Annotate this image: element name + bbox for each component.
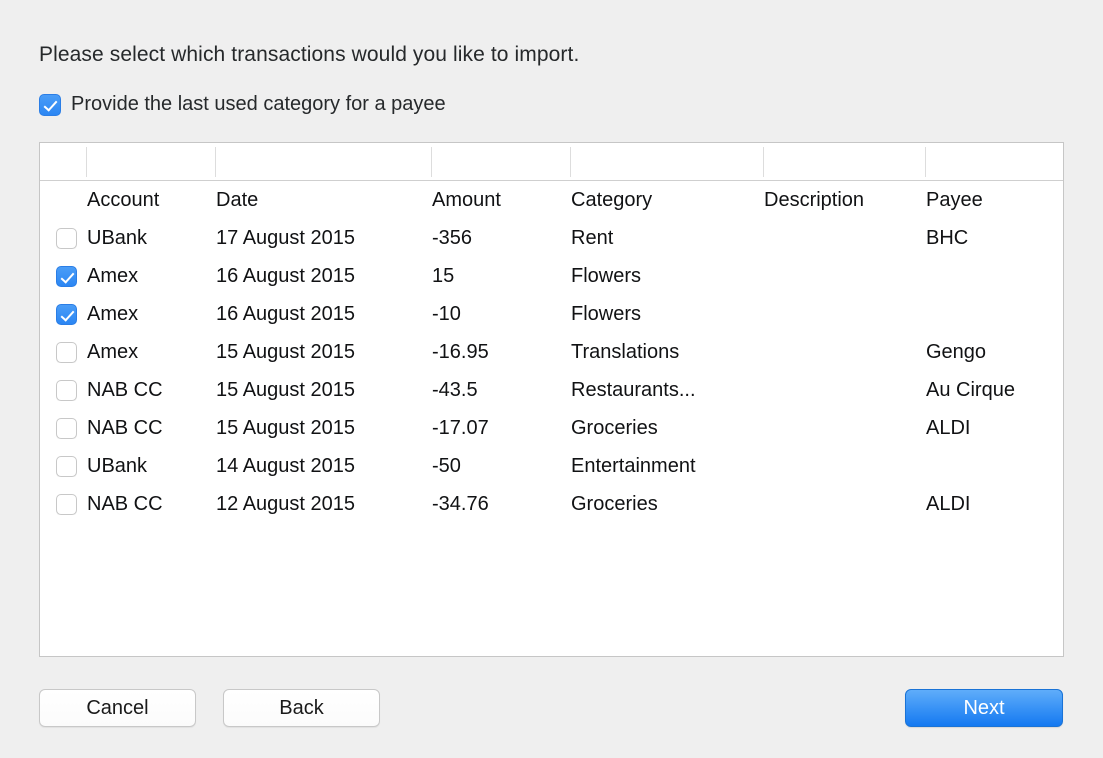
table-body: UBank 17 August 2015 -356 Rent BHC Amex 16 Aug… bbox=[40, 219, 1063, 523]
cell-amount: -34.76 bbox=[432, 492, 489, 515]
cell-amount: -17.07 bbox=[432, 416, 489, 439]
table-row[interactable]: NAB CC 12 August 2015 -34.76 Groceries ALDI bbox=[40, 485, 1063, 523]
column-header-category[interactable]: Category bbox=[571, 189, 764, 212]
cell-account: UBank bbox=[87, 226, 148, 249]
cell-category: Groceries bbox=[571, 416, 658, 439]
column-resize-handle-6[interactable] bbox=[925, 147, 926, 177]
row-select-checkbox[interactable] bbox=[56, 341, 77, 363]
table-header-row: Account Date Amount Category Description… bbox=[40, 181, 1063, 219]
cancel-button[interactable]: Cancel bbox=[39, 689, 196, 727]
row-select-checkbox[interactable] bbox=[56, 493, 77, 515]
cell-date: 12 August 2015 bbox=[216, 492, 356, 515]
cell-account: NAB CC bbox=[87, 492, 163, 515]
column-header-payee[interactable]: Payee bbox=[926, 189, 1063, 212]
cell-amount: -356 bbox=[432, 226, 473, 249]
row-select-cell[interactable] bbox=[40, 379, 87, 401]
cell-date: 15 August 2015 bbox=[216, 378, 356, 401]
cell-account: Amex bbox=[87, 264, 139, 287]
cell-category: Entertainment bbox=[571, 454, 696, 477]
table-row[interactable]: NAB CC 15 August 2015 -43.5 Restaurants... A… bbox=[40, 371, 1063, 409]
cell-category: Translations bbox=[571, 340, 680, 363]
column-header-date[interactable]: Date bbox=[216, 189, 432, 212]
cell-account: Amex bbox=[87, 340, 139, 363]
row-select-cell[interactable] bbox=[40, 227, 87, 249]
column-resize-handle-2[interactable] bbox=[215, 147, 216, 177]
row-select-checkbox[interactable] bbox=[56, 227, 77, 249]
provide-last-category-checkbox[interactable] bbox=[39, 93, 61, 116]
table-row[interactable]: NAB CC 15 August 2015 -17.07 Groceries ALDI bbox=[40, 409, 1063, 447]
next-button[interactable]: Next bbox=[905, 689, 1063, 727]
row-select-cell[interactable] bbox=[40, 455, 87, 477]
provide-last-category-label: Provide the last used category for a pay… bbox=[71, 93, 446, 115]
table-row[interactable]: Amex 16 August 2015 15 Flowers bbox=[40, 257, 1063, 295]
cell-date: 16 August 2015 bbox=[216, 264, 356, 287]
provide-last-category-option[interactable]: Provide the last used category for a pay… bbox=[39, 93, 446, 116]
column-header-amount[interactable]: Amount bbox=[432, 189, 571, 212]
column-resize-handle-3[interactable] bbox=[431, 147, 432, 177]
table-row[interactable]: UBank 14 August 2015 -50 Entertainment bbox=[40, 447, 1063, 485]
cell-category: Flowers bbox=[571, 264, 642, 287]
row-select-cell[interactable] bbox=[40, 341, 87, 363]
row-select-checkbox[interactable] bbox=[56, 303, 77, 325]
cell-account: NAB CC bbox=[87, 416, 163, 439]
cell-category: Restaurants... bbox=[571, 378, 696, 401]
cell-date: 14 August 2015 bbox=[216, 454, 356, 477]
cell-category: Rent bbox=[571, 226, 614, 249]
row-select-checkbox[interactable] bbox=[56, 455, 77, 477]
row-select-cell[interactable] bbox=[40, 493, 87, 515]
cell-date: 17 August 2015 bbox=[216, 226, 356, 249]
table-row[interactable]: Amex 16 August 2015 -10 Flowers bbox=[40, 295, 1063, 333]
cell-date: 16 August 2015 bbox=[216, 302, 356, 325]
row-select-checkbox[interactable] bbox=[56, 379, 77, 401]
column-resize-handle-1[interactable] bbox=[86, 147, 87, 177]
page-title: Please select which transactions would y… bbox=[39, 43, 580, 66]
row-select-cell[interactable] bbox=[40, 417, 87, 439]
cell-amount: 15 bbox=[432, 264, 455, 287]
back-button[interactable]: Back bbox=[223, 689, 380, 727]
cell-payee: Gengo bbox=[926, 340, 987, 363]
cell-account: Amex bbox=[87, 302, 139, 325]
column-header-description[interactable]: Description bbox=[764, 189, 926, 212]
cell-payee: ALDI bbox=[926, 492, 971, 515]
cell-amount: -43.5 bbox=[432, 378, 478, 401]
cell-account: UBank bbox=[87, 454, 148, 477]
column-resize-handle-4[interactable] bbox=[570, 147, 571, 177]
column-resize-handle-5[interactable] bbox=[763, 147, 764, 177]
cell-amount: -10 bbox=[432, 302, 461, 325]
cell-payee: BHC bbox=[926, 226, 969, 249]
cell-amount: -16.95 bbox=[432, 340, 489, 363]
cell-date: 15 August 2015 bbox=[216, 340, 356, 363]
cell-category: Groceries bbox=[571, 492, 658, 515]
cell-category: Flowers bbox=[571, 302, 642, 325]
table-column-header-strip bbox=[40, 143, 1063, 181]
table-row[interactable]: UBank 17 August 2015 -356 Rent BHC bbox=[40, 219, 1063, 257]
cell-date: 15 August 2015 bbox=[216, 416, 356, 439]
row-select-cell[interactable] bbox=[40, 265, 87, 287]
row-select-checkbox[interactable] bbox=[56, 265, 77, 287]
table-row[interactable]: Amex 15 August 2015 -16.95 Translations Geng… bbox=[40, 333, 1063, 371]
column-header-account[interactable]: Account bbox=[87, 189, 216, 212]
cell-amount: -50 bbox=[432, 454, 461, 477]
cell-account: NAB CC bbox=[87, 378, 163, 401]
cell-payee: ALDI bbox=[926, 416, 971, 439]
cell-payee: Au Cirque bbox=[926, 378, 1015, 401]
row-select-cell[interactable] bbox=[40, 303, 87, 325]
row-select-checkbox[interactable] bbox=[56, 417, 77, 439]
transactions-table: Account Date Amount Category Description… bbox=[39, 142, 1064, 657]
